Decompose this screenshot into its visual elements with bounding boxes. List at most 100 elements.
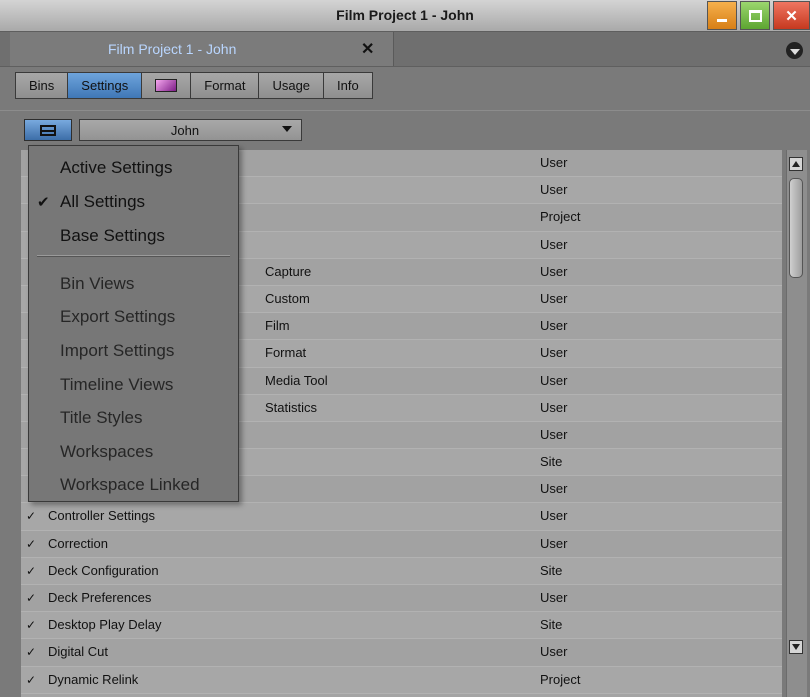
setting-name: Deck Configuration: [48, 562, 159, 578]
menu-item-label: Workspaces: [60, 442, 154, 461]
layout-icon: [40, 124, 56, 136]
settings-filter-menu: Active Settings ✔ All Settings Base Setti…: [28, 145, 239, 502]
setting-scope: User: [540, 426, 568, 442]
menu-item-label: Import Settings: [60, 341, 175, 360]
check-icon: ✓: [26, 536, 37, 551]
color-swatch-icon: [155, 79, 178, 92]
setting-scope: User: [540, 590, 568, 605]
close-tab-icon[interactable]: ✕: [361, 39, 374, 59]
menu-item-workspaces[interactable]: Workspaces: [29, 436, 238, 466]
setting-scope: User: [540, 535, 568, 551]
setting-name: Desktop Play Delay: [48, 617, 162, 633]
tab-bins[interactable]: Bins: [15, 72, 68, 99]
scroll-thumb[interactable]: [789, 178, 803, 278]
menu-item-label: Title Styles: [60, 408, 143, 427]
setting-scope: User: [540, 644, 568, 660]
check-icon: ✓: [26, 672, 37, 687]
checkmark-icon: ✔: [37, 194, 50, 211]
project-tabs: Bins Settings Format Usage Info: [15, 72, 373, 99]
table-row[interactable]: ✓ Deck Configuration Site: [21, 557, 782, 585]
tab-usage[interactable]: Usage: [258, 72, 324, 99]
setting-scope: User: [540, 481, 568, 497]
setting-kind: Format: [265, 345, 307, 361]
user-select-value: John: [170, 123, 200, 138]
menu-item-label: Export Settings: [60, 307, 176, 326]
setting-kind: Statistics: [265, 399, 318, 415]
setting-scope: User: [540, 345, 568, 361]
menu-item-label: Base Settings: [60, 226, 165, 245]
menu-item-workspace-linked[interactable]: Workspace Linked: [29, 469, 238, 499]
document-tab-label: Film Project 1 - John: [108, 41, 237, 57]
document-tab-bar: Film Project 1 - John ✕: [0, 32, 810, 67]
setting-scope: Site: [540, 562, 563, 578]
check-icon: ✓: [26, 563, 37, 578]
setting-kind: Capture: [265, 263, 312, 279]
menu-item-bin-views[interactable]: Bin Views: [29, 268, 238, 298]
menu-item-label: All Settings: [60, 192, 146, 211]
setting-kind: Media Tool: [265, 372, 328, 388]
arrow-up-icon: [792, 161, 800, 167]
setting-scope: User: [540, 399, 568, 415]
check-icon: ✓: [26, 509, 37, 524]
setting-name: Dynamic Relink: [48, 671, 139, 687]
tab-settings[interactable]: Settings: [67, 72, 142, 99]
setting-scope: Site: [540, 617, 563, 633]
menu-item-timeline-views[interactable]: Timeline Views: [29, 369, 238, 399]
menu-separator: [37, 255, 230, 257]
menu-item-active-settings[interactable]: Active Settings: [29, 152, 238, 182]
close-window-button[interactable]: ✕: [773, 1, 810, 30]
setting-scope: Site: [540, 454, 563, 470]
table-row[interactable]: ✓ Deck Preferences User: [21, 585, 782, 613]
maximize-icon: [748, 9, 762, 22]
vertical-scrollbar[interactable]: [786, 150, 807, 697]
menu-item-all-settings[interactable]: ✔ All Settings: [29, 186, 238, 216]
scroll-up-button[interactable]: [789, 157, 803, 171]
table-row[interactable]: ✓ Controller Settings User: [21, 503, 782, 531]
view-layout-button[interactable]: [24, 119, 72, 141]
table-row[interactable]: ✓ Desktop Play Delay Site: [21, 612, 782, 640]
minimize-icon: [717, 18, 727, 22]
setting-scope: User: [540, 182, 568, 198]
setting-scope: User: [540, 290, 568, 306]
close-icon: ✕: [785, 7, 798, 25]
setting-kind: Custom: [265, 290, 310, 306]
user-select[interactable]: John: [79, 119, 302, 141]
menu-item-export-settings[interactable]: Export Settings: [29, 301, 238, 331]
window-title: Film Project 1 - John: [336, 7, 474, 23]
menu-item-import-settings[interactable]: Import Settings: [29, 335, 238, 365]
setting-scope: User: [540, 263, 568, 279]
setting-name: Correction: [48, 535, 108, 551]
setting-scope: User: [540, 372, 568, 388]
setting-scope: User: [540, 155, 568, 170]
menu-item-label: Bin Views: [60, 274, 135, 293]
document-tab[interactable]: Film Project 1 - John ✕: [10, 32, 394, 66]
setting-scope: User: [540, 508, 568, 524]
title-bar: Film Project 1 - John ✕: [0, 0, 810, 32]
setting-scope: User: [540, 318, 568, 334]
menu-item-label: Workspace Linked: [60, 475, 200, 494]
setting-name: Digital Cut: [48, 644, 108, 660]
menu-item-base-settings[interactable]: Base Settings: [29, 220, 238, 250]
setting-scope: User: [540, 236, 568, 252]
scroll-down-button[interactable]: [789, 640, 803, 654]
table-row[interactable]: ✓ Correction User: [21, 530, 782, 558]
panel-menu-button[interactable]: [786, 42, 803, 59]
check-icon: ✓: [26, 591, 37, 605]
menu-item-label: Timeline Views: [60, 375, 174, 394]
minimize-button[interactable]: [707, 1, 737, 30]
tab-info[interactable]: Info: [323, 72, 373, 99]
dropdown-arrow-icon: [282, 126, 292, 132]
divider: [0, 110, 810, 111]
chevron-down-icon: [789, 48, 800, 55]
tab-format[interactable]: Format: [190, 72, 259, 99]
table-row[interactable]: ✓ Digital Cut User: [21, 639, 782, 667]
setting-name: Deck Preferences: [48, 590, 152, 605]
setting-scope: Project: [540, 209, 581, 225]
setting-name: Controller Settings: [48, 508, 155, 524]
tab-color-swatch[interactable]: [141, 72, 191, 99]
menu-item-title-styles[interactable]: Title Styles: [29, 402, 238, 432]
check-icon: ✓: [26, 618, 37, 633]
table-row[interactable]: ✓ Dynamic Relink Project: [21, 666, 782, 694]
maximize-button[interactable]: [740, 1, 770, 30]
setting-scope: Project: [540, 671, 581, 687]
